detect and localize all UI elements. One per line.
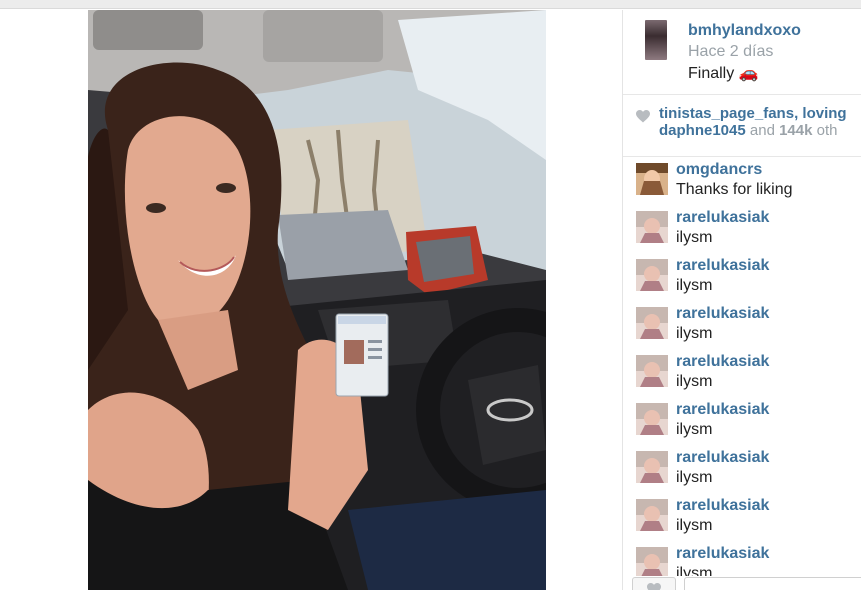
comment-item: rarelukasiak ilysm: [623, 254, 861, 302]
comment-footer: [623, 576, 861, 590]
avatar[interactable]: [645, 20, 667, 60]
liker-link[interactable]: daphne1045: [659, 122, 746, 139]
avatar[interactable]: [636, 547, 668, 578]
comment-item: rarelukasiak ilysm: [623, 494, 861, 542]
comment-item: omgdancrs Thanks for liking: [623, 158, 861, 206]
avatar[interactable]: [636, 307, 668, 339]
post-header: bmhylandxoxo Hace 2 días Finally 🚗: [623, 10, 861, 94]
likes-others-text: oth: [816, 122, 838, 139]
comment-username[interactable]: rarelukasiak: [676, 305, 769, 323]
liker-link[interactable]: loving: [802, 105, 846, 122]
likes-and-text: and: [749, 122, 775, 139]
comment-item: rarelukasiak ilysm: [623, 446, 861, 494]
like-button[interactable]: [632, 577, 676, 590]
avatar[interactable]: [636, 451, 668, 483]
top-bar: [0, 0, 861, 9]
divider: [623, 156, 861, 157]
comment-username[interactable]: rarelukasiak: [676, 545, 769, 563]
comment-username[interactable]: rarelukasiak: [676, 401, 769, 419]
comment-username[interactable]: rarelukasiak: [676, 257, 769, 275]
comment-username[interactable]: rarelukasiak: [676, 353, 769, 371]
avatar[interactable]: [636, 403, 668, 435]
comment-text: ilysm: [676, 469, 713, 486]
comment-text: Thanks for liking: [676, 181, 793, 198]
comment-text: ilysm: [676, 325, 713, 342]
avatar[interactable]: [636, 355, 668, 387]
comment-username[interactable]: rarelukasiak: [676, 209, 769, 227]
comment-item: rarelukasiak ilysm: [623, 350, 861, 398]
comment-username[interactable]: rarelukasiak: [676, 449, 769, 467]
post-photo[interactable]: [88, 10, 546, 590]
comment-text: ilysm: [676, 373, 713, 390]
comment-item: rarelukasiak ilysm: [623, 398, 861, 446]
comment-text: ilysm: [676, 277, 713, 294]
comment-text: ilysm: [676, 517, 713, 534]
divider: [623, 94, 861, 95]
post-timestamp[interactable]: Hace 2 días: [688, 43, 773, 61]
avatar[interactable]: [636, 499, 668, 531]
post-sidebar: bmhylandxoxo Hace 2 días Finally 🚗 tinis…: [622, 10, 861, 590]
comment-text: ilysm: [676, 229, 713, 246]
comments-list[interactable]: omgdancrs Thanks for liking rarelukasiak…: [623, 158, 861, 578]
heart-icon: [636, 110, 650, 123]
post-caption: Finally 🚗: [688, 65, 759, 82]
comment-username[interactable]: rarelukasiak: [676, 497, 769, 515]
liker-separator: ,: [794, 105, 799, 122]
avatar[interactable]: [636, 211, 668, 243]
liker-link[interactable]: tinistas_page_fans: [659, 105, 794, 122]
avatar[interactable]: [636, 163, 668, 195]
avatar[interactable]: [636, 259, 668, 291]
comment-item: rarelukasiak ilysm: [623, 542, 861, 578]
comment-username[interactable]: omgdancrs: [676, 161, 762, 179]
comment-text: ilysm: [676, 421, 713, 438]
post-username[interactable]: bmhylandxoxo: [688, 22, 801, 40]
heart-icon: [647, 583, 661, 590]
comment-item: rarelukasiak ilysm: [623, 302, 861, 350]
likes-summary: tinistas_page_fans, loving daphne1045 an…: [623, 103, 861, 151]
comment-item: rarelukasiak ilysm: [623, 206, 861, 254]
comment-input[interactable]: [684, 577, 861, 590]
likes-count[interactable]: 144k: [779, 122, 812, 139]
